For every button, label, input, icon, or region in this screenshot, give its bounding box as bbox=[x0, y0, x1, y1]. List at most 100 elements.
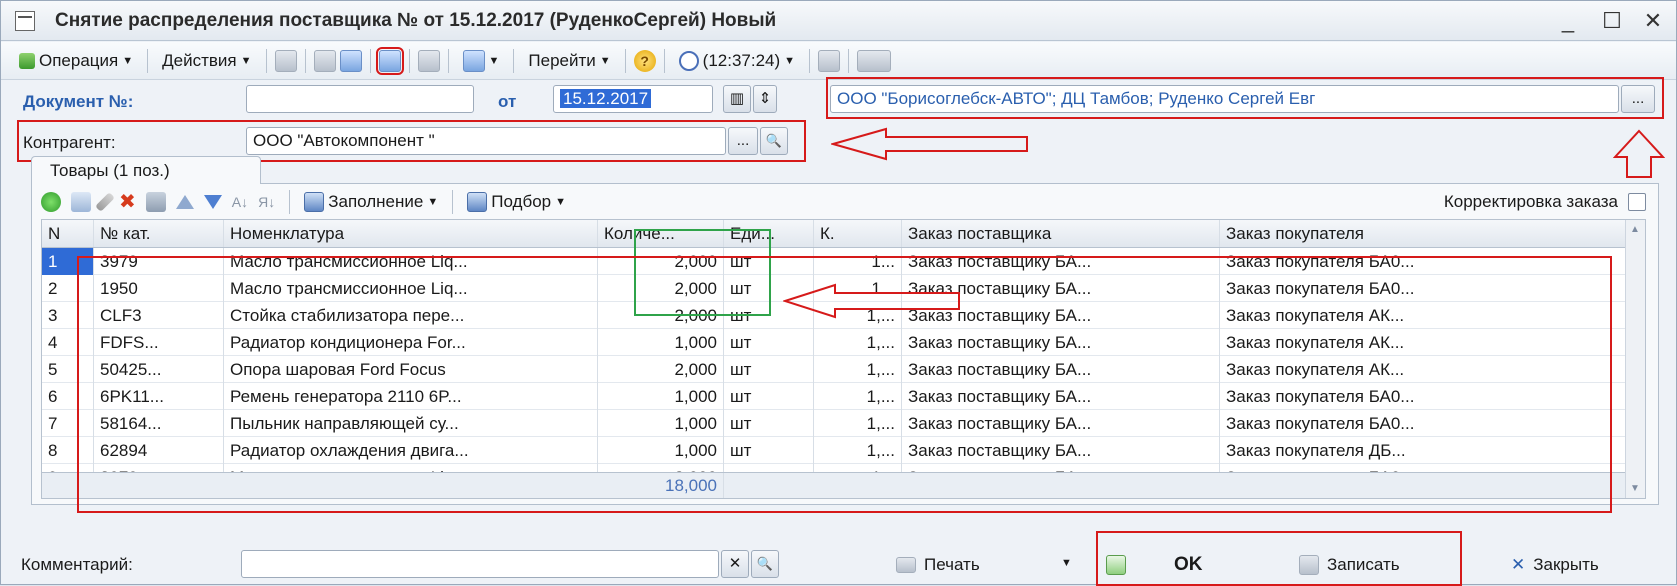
cell-supplier-order[interactable]: Заказ поставщику БА... bbox=[902, 329, 1220, 356]
structure-icon[interactable] bbox=[417, 49, 440, 72]
cell-supplier-order[interactable]: Заказ поставщику БА... bbox=[902, 356, 1220, 383]
cell-coefficient[interactable]: 1,... bbox=[814, 356, 902, 383]
post-document-icon[interactable] bbox=[274, 49, 297, 72]
comment-search-button[interactable]: 🔍 bbox=[751, 550, 779, 578]
organization-field[interactable]: ООО "Борисоглебск-АВТО"; ДЦ Тамбов; Руде… bbox=[830, 85, 1619, 113]
move-up-icon[interactable] bbox=[175, 195, 194, 209]
cell-nomenclature[interactable]: Масло трансмиссионное Liq... bbox=[224, 248, 598, 275]
cell-supplier-order[interactable]: Заказ поставщику БА... bbox=[902, 410, 1220, 437]
print-dropdown-icon[interactable]: ▼ bbox=[1061, 557, 1072, 569]
cell-coefficient[interactable]: 1,... bbox=[814, 410, 902, 437]
cell-coefficient[interactable]: 1,... bbox=[814, 437, 902, 464]
cell-coefficient[interactable]: 1,... bbox=[814, 383, 902, 410]
cell-nomenclature[interactable]: Радиатор охлаждения двига... bbox=[224, 437, 598, 464]
cell-unit[interactable]: шт bbox=[724, 437, 814, 464]
cell-nomenclature[interactable]: Опора шаровая Ford Focus bbox=[224, 356, 598, 383]
cell-supplier-order[interactable]: Заказ поставщику БА... bbox=[902, 437, 1220, 464]
cell-catalog-number[interactable]: 50425... bbox=[94, 356, 224, 383]
cell-catalog-number[interactable]: FDFS... bbox=[94, 329, 224, 356]
cell-coefficient[interactable]: 1... bbox=[814, 248, 902, 275]
cell-unit[interactable]: шт bbox=[724, 248, 814, 275]
comment-field[interactable] bbox=[241, 550, 719, 578]
table-scrollbar[interactable]: ▲ ▼ bbox=[1625, 220, 1645, 498]
table-row[interactable]: 4 FDFS... Радиатор кондиционера For... 1,00… bbox=[42, 329, 1645, 356]
cell-nomenclature[interactable]: Ремень генератора 2110 6P... bbox=[224, 383, 598, 410]
time-menu[interactable]: (12:37:24) ▼ bbox=[673, 49, 801, 73]
close-button[interactable]: ✕ Закрыть bbox=[1511, 550, 1599, 580]
move-down-icon[interactable] bbox=[203, 195, 222, 209]
cell-nomenclature[interactable]: Радиатор кондиционера For... bbox=[224, 329, 598, 356]
cell-row-number[interactable]: 8 bbox=[42, 437, 94, 464]
goto-menu[interactable]: Перейти ▼ bbox=[522, 49, 616, 73]
cell-unit[interactable]: шт bbox=[724, 329, 814, 356]
sort-descending-icon[interactable]: Я↓ bbox=[258, 194, 275, 210]
cell-catalog-number[interactable]: 62894 bbox=[94, 437, 224, 464]
cell-customer-order[interactable]: Заказ покупателя АК... bbox=[1220, 329, 1626, 356]
cell-customer-order[interactable]: Заказ покупателя АК... bbox=[1220, 302, 1626, 329]
date-spinner[interactable]: ⇕ bbox=[753, 85, 777, 113]
cell-quantity[interactable]: 2,000 bbox=[598, 302, 724, 329]
cell-supplier-order[interactable]: Заказ поставщику БА... bbox=[902, 248, 1220, 275]
table-row[interactable]: 8 62894 Радиатор охлаждения двига... 1,000 ш… bbox=[42, 437, 1645, 464]
copy-document-icon[interactable] bbox=[339, 49, 362, 72]
column-header-catalog[interactable]: № кат. bbox=[94, 220, 224, 247]
minimize-button[interactable]: _ bbox=[1554, 7, 1582, 35]
fill-menu[interactable]: Заполнение ▼ bbox=[304, 192, 438, 212]
order-correction-checkbox[interactable] bbox=[1628, 193, 1646, 211]
cell-customer-order[interactable]: Заказ покупателя БА0... bbox=[1220, 248, 1626, 275]
cell-unit[interactable]: шт bbox=[724, 356, 814, 383]
unpost-document-icon[interactable] bbox=[313, 49, 336, 72]
cell-row-number[interactable]: 5 bbox=[42, 356, 94, 383]
column-header-customer-order[interactable]: Заказ покупателя bbox=[1220, 220, 1626, 247]
cell-catalog-number[interactable]: CLF3 bbox=[94, 302, 224, 329]
cell-nomenclature[interactable]: Пыльник направляющей су... bbox=[224, 410, 598, 437]
cell-quantity[interactable]: 1,000 bbox=[598, 410, 724, 437]
calendar-button[interactable]: ▥ bbox=[723, 85, 751, 113]
cell-catalog-number[interactable]: 1950 bbox=[94, 275, 224, 302]
column-header-unit[interactable]: Еди... bbox=[724, 220, 814, 247]
end-edit-icon[interactable] bbox=[145, 192, 166, 212]
cell-quantity[interactable]: 1,000 bbox=[598, 329, 724, 356]
table-row[interactable]: 7 58164... Пыльник направляющей су... 1,000… bbox=[42, 410, 1645, 437]
document-number-field[interactable] bbox=[246, 85, 474, 113]
date-field[interactable]: 15.12.2017 bbox=[553, 85, 713, 113]
cell-quantity[interactable]: 2,000 bbox=[598, 275, 724, 302]
list-view-icon[interactable] bbox=[857, 49, 892, 72]
cell-quantity[interactable]: 2,000 bbox=[598, 356, 724, 383]
cell-nomenclature[interactable]: Стойка стабилизатора пере... bbox=[224, 302, 598, 329]
column-header-supplier-order[interactable]: Заказ поставщика bbox=[902, 220, 1220, 247]
table-row[interactable]: 1 3979 Масло трансмиссионное Liq... 2,000 шт… bbox=[42, 248, 1645, 275]
counterparty-select-button[interactable]: ... bbox=[728, 127, 758, 155]
column-header-n[interactable]: N bbox=[42, 220, 94, 247]
cell-nomenclature[interactable]: Масло трансмиссионное Liq... bbox=[224, 275, 598, 302]
cell-row-number[interactable]: 3 bbox=[42, 302, 94, 329]
table-row[interactable]: 5 50425... Опора шаровая Ford Focus 2,000 шт… bbox=[42, 356, 1645, 383]
cell-customer-order[interactable]: Заказ покупателя БА0... bbox=[1220, 275, 1626, 302]
counterparty-field[interactable]: ООО "Автокомпонент " bbox=[246, 127, 726, 155]
scroll-up-icon[interactable]: ▲ bbox=[1630, 224, 1640, 235]
counterparty-search-button[interactable]: 🔍 bbox=[760, 127, 788, 155]
copy-row-icon[interactable] bbox=[71, 192, 91, 212]
cell-customer-order[interactable]: Заказ покупателя ДБ... bbox=[1220, 437, 1626, 464]
document-structure-icon[interactable] bbox=[818, 49, 841, 72]
print-button[interactable]: Печать bbox=[896, 550, 980, 580]
cell-customer-order[interactable]: Заказ покупателя БА0... bbox=[1220, 383, 1626, 410]
create-based-on-menu[interactable]: ▼ bbox=[457, 48, 506, 74]
load-data-icon[interactable] bbox=[375, 46, 404, 75]
table-row[interactable]: 6 6PK11... Ремень генератора 2110 6P... 1,0… bbox=[42, 383, 1645, 410]
cell-unit[interactable]: шт bbox=[724, 410, 814, 437]
edit-row-icon[interactable] bbox=[95, 192, 115, 212]
column-header-nomenclature[interactable]: Номенклатура bbox=[224, 220, 598, 247]
help-icon[interactable]: ? bbox=[633, 49, 656, 72]
close-window-button[interactable]: ✕ bbox=[1639, 7, 1667, 35]
cell-catalog-number[interactable]: 3979 bbox=[94, 248, 224, 275]
cell-row-number[interactable]: 1 bbox=[42, 248, 94, 275]
cell-row-number[interactable]: 6 bbox=[42, 383, 94, 410]
actions-menu[interactable]: Действия ▼ bbox=[156, 49, 257, 73]
cell-customer-order[interactable]: Заказ покупателя АК... bbox=[1220, 356, 1626, 383]
save-button[interactable]: Записать bbox=[1299, 550, 1400, 580]
cell-unit[interactable]: шт bbox=[724, 383, 814, 410]
sort-ascending-icon[interactable]: A↓ bbox=[232, 194, 248, 210]
cell-customer-order[interactable]: Заказ покупателя БА0... bbox=[1220, 410, 1626, 437]
cell-coefficient[interactable]: 1,... bbox=[814, 329, 902, 356]
